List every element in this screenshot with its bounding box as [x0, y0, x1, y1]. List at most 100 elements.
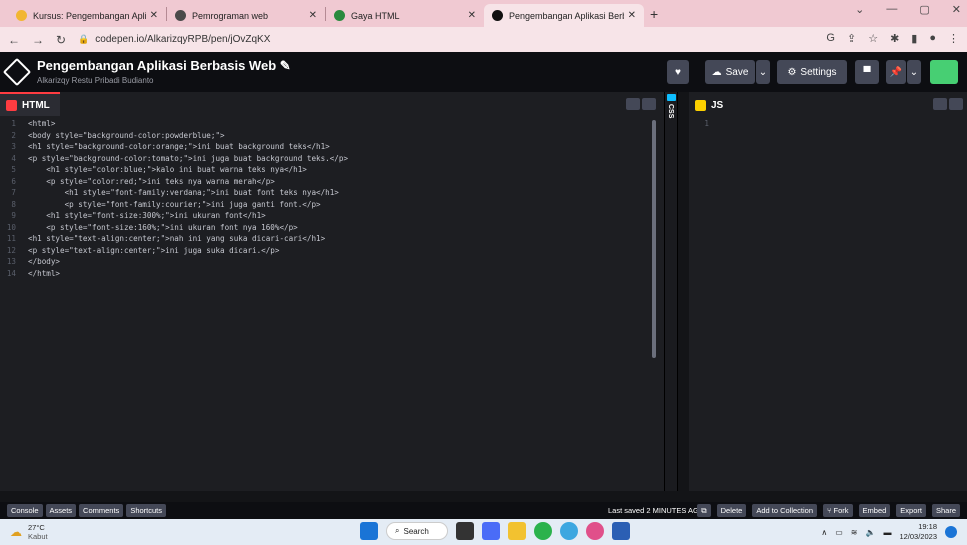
- clock[interactable]: 19:18 12/03/2023: [899, 522, 937, 542]
- chevron-down-icon: ⌄: [758, 66, 768, 78]
- pin-options-button[interactable]: ⌄: [907, 60, 921, 84]
- codepen-logo-icon[interactable]: [2, 57, 32, 87]
- browser-tab-active[interactable]: Pengembangan Aplikasi Berbasi ✕: [484, 4, 644, 27]
- html-collapse-button[interactable]: [642, 98, 656, 110]
- code-line[interactable]: 14 </html>: [0, 268, 664, 280]
- fork-button[interactable]: ⑂ Fork: [823, 504, 853, 517]
- share-icon[interactable]: ⇪: [847, 32, 856, 45]
- code-line[interactable]: 12 <p style="text-align:center;">ini juga…: [0, 245, 664, 257]
- window-controls: ⌄ — ▢ ✕: [855, 3, 961, 16]
- close-window-icon[interactable]: ✕: [952, 3, 961, 16]
- pin-button[interactable]: 📌: [886, 60, 906, 84]
- tab-title: Pemrograman web: [192, 10, 269, 21]
- code-line[interactable]: 5 <h1 style="color:blue;">kalo ini buat …: [0, 164, 664, 176]
- code-line[interactable]: 11 <h1 style="text-align:center;">nah ini…: [0, 233, 664, 245]
- notification-badge[interactable]: [945, 526, 957, 538]
- shortcuts-button[interactable]: Shortcuts: [126, 504, 166, 517]
- export-button[interactable]: Export: [896, 504, 926, 517]
- line-number: 4: [11, 153, 16, 163]
- taskbar-search[interactable]: ⌕ Search: [386, 522, 448, 540]
- save-button[interactable]: ☁ Save: [705, 60, 755, 84]
- js-tab[interactable]: JS: [689, 92, 734, 116]
- back-icon[interactable]: ←: [8, 33, 20, 47]
- profile-avatar[interactable]: ●: [929, 32, 936, 45]
- code-line[interactable]: 9 <h1 style="font-size:300%;">ini ukuran…: [0, 210, 664, 222]
- weather-condition: Kabut: [28, 532, 48, 541]
- css-collapsed-pane[interactable]: CSS: [664, 92, 678, 491]
- close-tab-icon[interactable]: ✕: [468, 10, 476, 21]
- chevron-down-icon[interactable]: ⌄: [855, 3, 864, 16]
- layout-button[interactable]: ▀: [855, 60, 879, 84]
- line-text: <p style="font-size:160%;">ini ukuran fo…: [28, 222, 298, 232]
- code-line[interactable]: 13 </body>: [0, 256, 664, 268]
- file-explorer-icon[interactable]: [508, 522, 526, 540]
- line-number: 1: [11, 119, 16, 128]
- open-external-icon[interactable]: ⧉: [697, 504, 711, 517]
- add-to-collection-button[interactable]: Add to Collection: [752, 504, 818, 517]
- word-icon[interactable]: [612, 522, 630, 540]
- embed-button[interactable]: Embed: [858, 504, 891, 517]
- reload-icon[interactable]: ↻: [56, 33, 66, 47]
- task-view-icon[interactable]: [456, 522, 474, 540]
- js-settings-button[interactable]: [933, 98, 947, 110]
- html-code-editor[interactable]: 1 <html> 2 <body style="background-color:po…: [0, 116, 664, 491]
- windows-start-icon[interactable]: [360, 522, 378, 540]
- maximize-icon[interactable]: ▢: [919, 3, 929, 16]
- pen-title[interactable]: Pengembangan Aplikasi Berbasis Web ✎: [37, 58, 291, 74]
- editor-resize-bar[interactable]: [0, 491, 967, 502]
- battery-icon[interactable]: ▬: [883, 528, 891, 537]
- html-scrollbar[interactable]: [652, 120, 656, 358]
- html-editor-pane: HTML 1 <html> 2 <body style="background-col…: [0, 92, 664, 491]
- user-avatar[interactable]: [930, 60, 958, 84]
- code-line[interactable]: 3 <h1 style="background-color:orange;">in…: [0, 141, 664, 153]
- new-tab-button[interactable]: +: [650, 6, 658, 22]
- delete-button[interactable]: Delete: [716, 504, 747, 517]
- volume-icon[interactable]: 🔈: [865, 528, 875, 537]
- code-line[interactable]: 2 <body style="background-color:powderblu…: [0, 130, 664, 142]
- chevron-up-icon[interactable]: ∧: [821, 528, 827, 537]
- sidebar-icon[interactable]: ▮: [911, 32, 917, 45]
- display-icon[interactable]: ▭: [835, 528, 843, 537]
- extensions-icon[interactable]: ✱: [890, 32, 899, 45]
- line-number: 1: [704, 119, 709, 128]
- code-line[interactable]: 6 <p style="color:red;">ini teks nya war…: [0, 176, 664, 188]
- url-field[interactable]: codepen.io/AlkarizqyRPB/pen/jOvZqKX: [95, 34, 270, 45]
- weather-widget[interactable]: ☁ 27°C Kabut: [10, 523, 48, 541]
- forward-icon[interactable]: →: [32, 33, 44, 47]
- save-options-button[interactable]: ⌄: [756, 60, 770, 84]
- code-line[interactable]: 1 <html>: [0, 118, 664, 130]
- share-button[interactable]: Share: [931, 504, 960, 517]
- pane-divider[interactable]: [678, 92, 689, 491]
- chrome-profile-icon[interactable]: [586, 522, 604, 540]
- code-line[interactable]: 7 <h1 style="font-family:verdana;">ini b…: [0, 187, 664, 199]
- browser-tab[interactable]: Pemrograman web ✕: [167, 4, 325, 27]
- html-tab[interactable]: HTML: [0, 92, 60, 116]
- js-collapse-button[interactable]: [949, 98, 963, 110]
- star-icon[interactable]: ☆: [868, 32, 878, 45]
- comments-button[interactable]: Comments: [79, 504, 124, 517]
- heart-button[interactable]: ♥: [667, 60, 689, 84]
- console-button[interactable]: Console: [7, 504, 43, 517]
- assets-button[interactable]: Assets: [45, 504, 77, 517]
- browser-tab[interactable]: Kursus: Pengembangan Aplikasi ✕: [8, 4, 166, 27]
- close-tab-icon[interactable]: ✕: [628, 10, 636, 21]
- chat-icon[interactable]: [482, 522, 500, 540]
- wifi-icon[interactable]: ≋: [851, 528, 858, 537]
- code-line[interactable]: 10 <p style="font-size:160%;">ini ukuran…: [0, 222, 664, 234]
- line-text: <h1 style="font-family:verdana;">ini bua…: [28, 188, 339, 197]
- browser-tab[interactable]: Gaya HTML ✕: [326, 4, 484, 27]
- minimize-icon[interactable]: —: [886, 3, 897, 16]
- pen-author[interactable]: Alkarizqy Restu Pribadi Budianto: [37, 76, 154, 85]
- code-line[interactable]: 4 <p style="background-color:tomato;">ini…: [0, 153, 664, 165]
- chrome-icon[interactable]: [560, 522, 578, 540]
- close-tab-icon[interactable]: ✕: [309, 10, 317, 21]
- js-code-editor[interactable]: 1: [689, 116, 967, 491]
- settings-button[interactable]: ⚙ Settings: [777, 60, 847, 84]
- code-line[interactable]: 8 <p style="font-family:courier;">ini ju…: [0, 199, 664, 211]
- edit-pencil-icon[interactable]: ✎: [280, 58, 291, 73]
- whatsapp-icon[interactable]: [534, 522, 552, 540]
- google-icon[interactable]: G: [826, 32, 835, 45]
- html-settings-button[interactable]: [626, 98, 640, 110]
- menu-icon[interactable]: ⋮: [948, 32, 959, 45]
- close-tab-icon[interactable]: ✕: [150, 10, 158, 21]
